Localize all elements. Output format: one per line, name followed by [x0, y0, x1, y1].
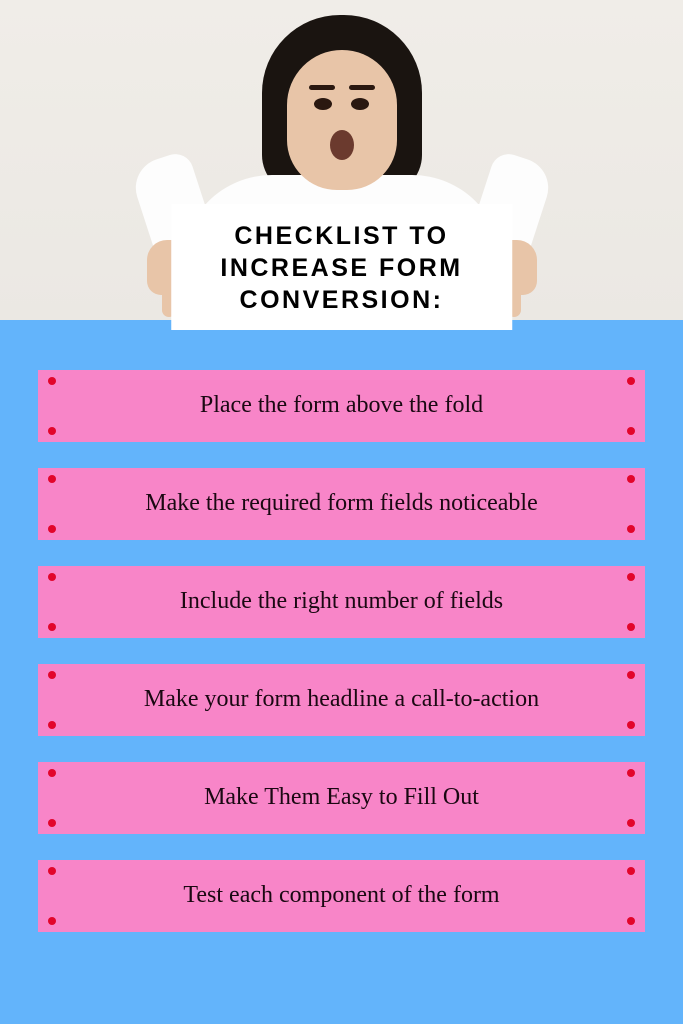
checklist-item: Make the required form fields noticeable	[38, 468, 645, 540]
checklist-item: Make your form headline a call-to-action	[38, 664, 645, 736]
corner-dot-icon	[48, 525, 56, 533]
title-box: CHECKLIST TO INCREASE FORM CONVERSION:	[171, 204, 513, 330]
corner-dot-icon	[627, 573, 635, 581]
corner-dot-icon	[627, 867, 635, 875]
corner-dot-icon	[48, 819, 56, 827]
checklist-item-text: Make the required form fields noticeable	[145, 488, 538, 519]
corner-dot-icon	[627, 475, 635, 483]
page-title: CHECKLIST TO INCREASE FORM CONVERSION:	[199, 220, 485, 316]
corner-dot-icon	[48, 671, 56, 679]
checklist-item-text: Test each component of the form	[183, 880, 499, 911]
corner-dot-icon	[48, 573, 56, 581]
checklist-item-text: Place the form above the fold	[200, 390, 483, 421]
corner-dot-icon	[627, 525, 635, 533]
eyes	[287, 98, 397, 110]
corner-dot-icon	[48, 377, 56, 385]
checklist-item-text: Make your form headline a call-to-action	[144, 684, 539, 715]
checklist-section: Place the form above the fold Make the r…	[0, 320, 683, 1024]
checklist-item-text: Include the right number of fields	[180, 586, 503, 617]
checklist-item: Test each component of the form	[38, 860, 645, 932]
corner-dot-icon	[627, 427, 635, 435]
corner-dot-icon	[627, 819, 635, 827]
corner-dot-icon	[48, 623, 56, 631]
corner-dot-icon	[48, 917, 56, 925]
corner-dot-icon	[627, 377, 635, 385]
checklist-item-text: Make Them Easy to Fill Out	[204, 782, 479, 813]
checklist-item: Place the form above the fold	[38, 370, 645, 442]
face-shape	[287, 50, 397, 190]
corner-dot-icon	[627, 623, 635, 631]
corner-dot-icon	[48, 427, 56, 435]
checklist-item: Make Them Easy to Fill Out	[38, 762, 645, 834]
mouth-shape	[330, 130, 354, 160]
corner-dot-icon	[48, 769, 56, 777]
hero-section: CHECKLIST TO INCREASE FORM CONVERSION:	[0, 0, 683, 320]
corner-dot-icon	[48, 721, 56, 729]
eyebrows	[287, 85, 397, 90]
corner-dot-icon	[627, 917, 635, 925]
corner-dot-icon	[48, 867, 56, 875]
corner-dot-icon	[627, 721, 635, 729]
corner-dot-icon	[627, 671, 635, 679]
checklist-item: Include the right number of fields	[38, 566, 645, 638]
corner-dot-icon	[48, 475, 56, 483]
corner-dot-icon	[627, 769, 635, 777]
